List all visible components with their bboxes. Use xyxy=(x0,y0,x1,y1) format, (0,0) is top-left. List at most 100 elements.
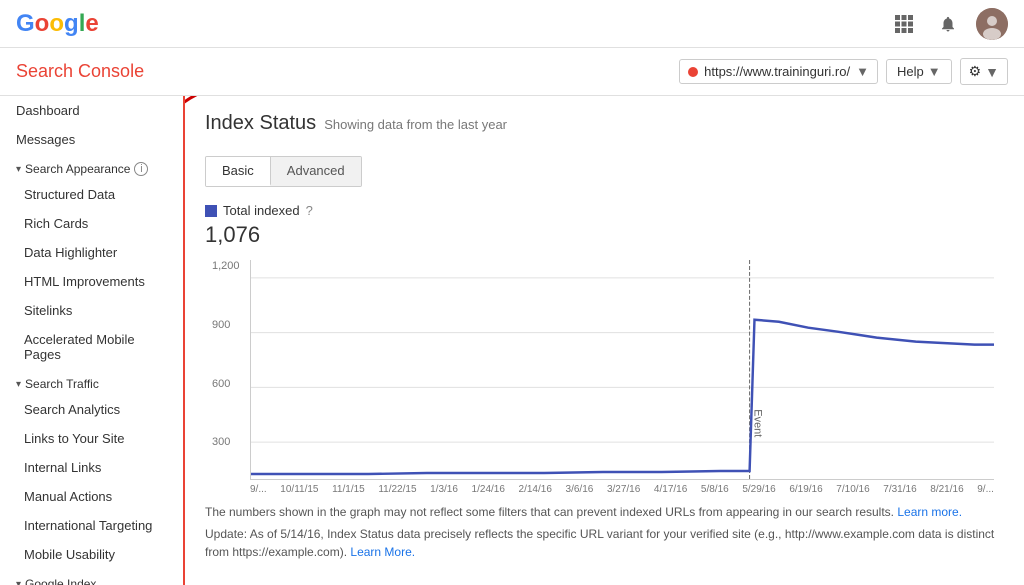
y-label-600: 600 xyxy=(212,378,240,390)
x-label-1122: 11/22/15 xyxy=(378,484,416,495)
legend: Total indexed ? xyxy=(205,203,1004,218)
x-label-731: 7/31/16 xyxy=(883,484,916,495)
grid-icon[interactable] xyxy=(888,8,920,40)
y-label-900: 900 xyxy=(212,319,240,331)
legend-label: Total indexed xyxy=(223,203,300,218)
sidebar-header-search-traffic: ▾ Search Traffic xyxy=(0,369,183,395)
x-label-1011: 10/11/15 xyxy=(280,484,318,495)
url-chevron: ▼ xyxy=(856,64,869,79)
sidebar-item-manual-actions[interactable]: Manual Actions xyxy=(0,482,183,511)
sidebar-item-html-improvements[interactable]: HTML Improvements xyxy=(0,267,183,296)
page-title: Index Status xyxy=(205,112,316,135)
x-label-214: 2/14/16 xyxy=(519,484,552,495)
google-bar: Google xyxy=(0,0,1024,48)
x-label-529: 5/29/16 xyxy=(742,484,775,495)
tab-basic[interactable]: Basic xyxy=(206,157,271,186)
accelerated-mobile-label: Accelerated Mobile Pages xyxy=(24,332,167,362)
url-selector[interactable]: https://www.traininguri.ro/ ▼ xyxy=(679,59,878,84)
search-traffic-label: Search Traffic xyxy=(25,377,99,391)
sidebar-item-international-targeting[interactable]: International Targeting xyxy=(0,511,183,540)
main-layout: Dashboard Messages ▾ Search Appearance i… xyxy=(0,96,1024,585)
help-button[interactable]: Help ▼ xyxy=(886,59,952,84)
legend-color-indicator xyxy=(205,205,217,217)
google-logo: Google xyxy=(16,10,99,38)
mobile-usability-label: Mobile Usability xyxy=(24,547,115,562)
search-analytics-label: Search Analytics xyxy=(24,402,120,417)
x-label-710: 7/10/16 xyxy=(836,484,869,495)
manual-actions-label: Manual Actions xyxy=(24,489,112,504)
html-improvements-label: HTML Improvements xyxy=(24,274,145,289)
structured-data-label: Structured Data xyxy=(24,187,115,202)
footer-notes: The numbers shown in the graph may not r… xyxy=(205,503,1004,561)
sc-title: Search Console xyxy=(16,61,144,82)
tab-bar: Basic Advanced xyxy=(205,156,362,187)
triangle-icon-3: ▾ xyxy=(16,579,21,585)
chart-x-labels: 9/... 10/11/15 11/1/15 11/22/15 1/3/16 1… xyxy=(250,484,994,495)
chart-svg: Event xyxy=(251,260,994,479)
sidebar-item-sitelinks[interactable]: Sitelinks xyxy=(0,296,183,325)
sidebar-item-data-highlighter[interactable]: Data Highlighter xyxy=(0,238,183,267)
sidebar-header-search-appearance: ▾ Search Appearance i xyxy=(0,154,183,180)
internal-links-label: Internal Links xyxy=(24,460,101,475)
x-label-13: 1/3/16 xyxy=(430,484,458,495)
x-label-619: 6/19/16 xyxy=(789,484,822,495)
help-label: Help xyxy=(897,64,924,79)
chart-container: Event xyxy=(250,260,994,480)
url-dot xyxy=(688,67,698,77)
data-highlighter-label: Data Highlighter xyxy=(24,245,117,260)
chart-y-labels: 1,200 900 600 300 xyxy=(212,260,240,495)
sidebar-item-internal-links[interactable]: Internal Links xyxy=(0,453,183,482)
links-to-your-site-label: Links to Your Site xyxy=(24,431,124,446)
triangle-icon-2: ▾ xyxy=(16,379,21,390)
y-label-300: 300 xyxy=(212,436,240,448)
question-icon: ? xyxy=(306,203,313,218)
chart-wrapper: 1,200 900 600 300 xyxy=(205,260,1004,495)
sidebar-item-mobile-usability[interactable]: Mobile Usability xyxy=(0,540,183,569)
sidebar-header-google-index: ▾ Google Index xyxy=(0,569,183,585)
messages-label: Messages xyxy=(16,132,75,147)
rich-cards-label: Rich Cards xyxy=(24,216,88,231)
sidebar-item-messages[interactable]: Messages xyxy=(0,125,183,154)
legend-value: 1,076 xyxy=(205,222,1004,248)
sc-right-controls: https://www.traininguri.ro/ ▼ Help ▼ ⚙ ▼ xyxy=(679,58,1008,85)
x-label-58: 5/8/16 xyxy=(701,484,729,495)
sidebar-item-dashboard[interactable]: Dashboard xyxy=(0,96,183,125)
avatar[interactable] xyxy=(976,8,1008,40)
bell-icon[interactable] xyxy=(932,8,964,40)
x-label-9: 9/... xyxy=(250,484,267,495)
sitelinks-label: Sitelinks xyxy=(24,303,72,318)
sidebar-item-search-analytics[interactable]: Search Analytics xyxy=(0,395,183,424)
x-label-821: 8/21/16 xyxy=(930,484,963,495)
help-chevron: ▼ xyxy=(928,64,941,79)
x-label-417: 4/17/16 xyxy=(654,484,687,495)
sidebar-item-accelerated-mobile[interactable]: Accelerated Mobile Pages xyxy=(0,325,183,369)
search-appearance-label: Search Appearance xyxy=(25,162,130,176)
footer-note-2: Update: As of 5/14/16, Index Status data… xyxy=(205,525,1004,561)
x-label-9end: 9/... xyxy=(977,484,994,495)
svg-text:Event: Event xyxy=(752,409,764,437)
dashboard-label: Dashboard xyxy=(16,103,80,118)
url-text: https://www.traininguri.ro/ xyxy=(704,64,850,79)
tab-advanced[interactable]: Advanced xyxy=(271,157,361,186)
chart-area: 1,200 900 600 300 xyxy=(250,260,994,495)
page-subtitle: Showing data from the last year xyxy=(324,117,507,132)
footer-note-1: The numbers shown in the graph may not r… xyxy=(205,503,1004,521)
sc-bar: Search Console https://www.traininguri.r… xyxy=(0,48,1024,96)
international-targeting-label: International Targeting xyxy=(24,518,152,533)
sidebar-item-rich-cards[interactable]: Rich Cards xyxy=(0,209,183,238)
x-label-111: 11/1/15 xyxy=(332,484,365,495)
learn-more-link-1[interactable]: Learn more. xyxy=(897,505,962,519)
sidebar-section: Dashboard Messages ▾ Search Appearance i… xyxy=(0,96,183,585)
sidebar-item-structured-data[interactable]: Structured Data xyxy=(0,180,183,209)
title-row: Index Status Showing data from the last … xyxy=(205,112,1004,144)
sidebar-item-links-to-your-site[interactable]: Links to Your Site xyxy=(0,424,183,453)
gear-chevron: ▼ xyxy=(985,64,999,80)
gear-icon: ⚙ xyxy=(969,63,982,80)
sidebar: Dashboard Messages ▾ Search Appearance i… xyxy=(0,96,185,585)
learn-more-link-2[interactable]: Learn More. xyxy=(350,545,415,559)
info-icon: i xyxy=(134,162,148,176)
gear-button[interactable]: ⚙ ▼ xyxy=(960,58,1008,85)
top-right-icons xyxy=(888,8,1008,40)
x-label-124: 1/24/16 xyxy=(472,484,505,495)
google-index-label: Google Index xyxy=(25,577,96,585)
